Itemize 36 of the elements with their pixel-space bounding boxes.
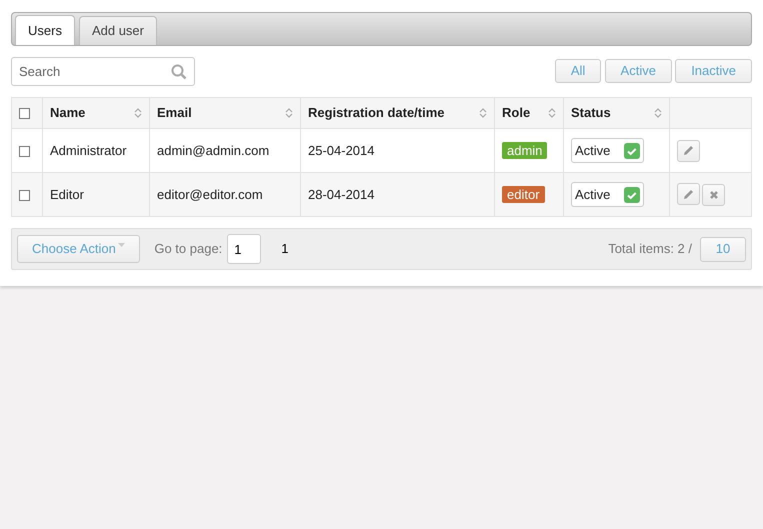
column-header[interactable]: Email xyxy=(157,103,192,123)
table-cell: Editor xyxy=(50,186,84,202)
status-select[interactable]: Active xyxy=(571,138,644,163)
table-cell: Administrator xyxy=(50,142,127,158)
goto-label: Go to page: xyxy=(154,240,222,258)
role-label: editor xyxy=(502,186,545,203)
sort-icon[interactable] xyxy=(285,107,293,119)
page-link[interactable]: 1 xyxy=(281,239,289,259)
edit-button[interactable] xyxy=(677,183,700,206)
close-icon xyxy=(708,190,718,200)
search-icon xyxy=(171,64,187,80)
status-text: Active xyxy=(575,142,610,160)
page-input[interactable]: 1 xyxy=(227,234,262,264)
edit-button[interactable] xyxy=(677,140,700,162)
sort-icon[interactable] xyxy=(548,107,556,119)
pencil-icon xyxy=(683,145,694,156)
status-text: Active xyxy=(575,186,610,204)
delete-button[interactable] xyxy=(702,184,725,206)
tab[interactable]: Users xyxy=(15,15,75,45)
sort-icon[interactable] xyxy=(654,107,662,119)
search-field[interactable]: Search xyxy=(11,57,195,86)
sort-icon[interactable] xyxy=(479,107,487,119)
table-cell: editor@editor.com xyxy=(157,186,263,202)
sort-icon[interactable] xyxy=(134,107,142,119)
role-label: admin xyxy=(502,142,548,159)
total-items: Total items: 2 / xyxy=(608,240,692,258)
checkbox[interactable] xyxy=(19,146,30,157)
table-cell: admin@admin.com xyxy=(157,142,270,158)
tab[interactable]: Add user xyxy=(78,16,157,45)
checkbox[interactable] xyxy=(19,108,30,120)
status-select[interactable]: Active xyxy=(571,182,644,207)
checkbox[interactable] xyxy=(19,190,30,201)
caret-icon xyxy=(118,243,125,248)
table-cell: 25-04-2014 xyxy=(308,142,374,158)
pencil-icon xyxy=(683,188,694,200)
table-cell: 28-04-2014 xyxy=(308,186,374,202)
